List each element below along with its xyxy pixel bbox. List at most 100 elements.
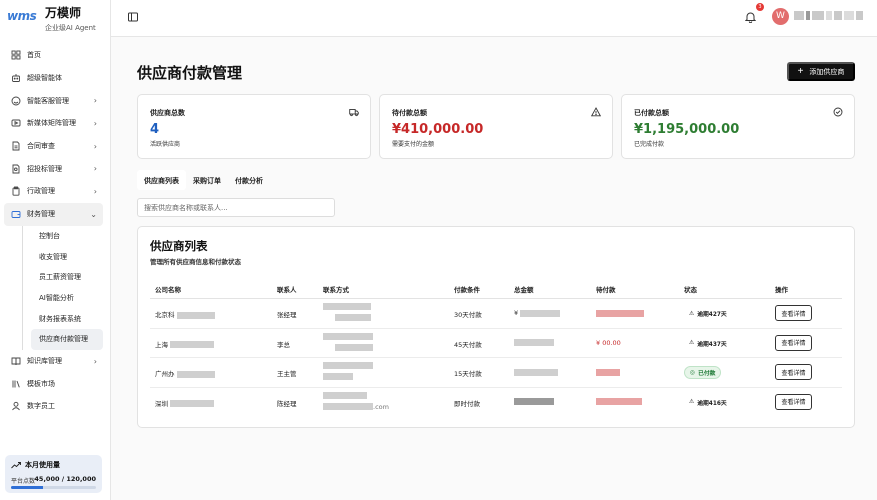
sidebar-item-template-market[interactable]: 模板市场: [0, 372, 111, 395]
stat-card-supplier-count: 供应商总数 4 活跃供应商: [137, 94, 371, 159]
sidebar-item-label: 招投标管理: [27, 164, 62, 173]
chevron-right-icon: ›: [93, 164, 97, 174]
library-icon: [10, 378, 21, 389]
payment-terms: 45天付款: [454, 340, 482, 349]
sidebar: wms 万模师 企业级AI Agent 首页 超级智能体 智能客服管理 › 新媒…: [0, 0, 111, 500]
sidebar-item-finance[interactable]: 财务管理 ⌄: [4, 202, 103, 226]
table-row: 北京科 张经理 30天付款 ¥ ⚠ 逾期427天 查看详情: [150, 299, 842, 329]
view-details-button[interactable]: 查看详情: [775, 393, 812, 410]
chevron-right-icon: ›: [93, 356, 97, 366]
payment-terms: 30天付款: [454, 311, 482, 319]
sidebar-item-knowledge-base[interactable]: 知识库管理 ›: [0, 350, 111, 373]
contact-person: 陈经理: [277, 399, 297, 408]
total-amount-redacted: ¥: [514, 309, 561, 317]
tab-supplier-list[interactable]: 供应商列表: [137, 170, 186, 190]
sidebar-item-digital-staff[interactable]: 数字员工: [0, 395, 111, 418]
warning-icon: ⚠: [689, 310, 695, 317]
view-details-button[interactable]: 查看详情: [775, 305, 812, 321]
table-subtitle: 管理所有供应商信息和付款状态: [150, 258, 241, 266]
payment-terms: 即时付款: [454, 399, 480, 408]
sidebar-item-home[interactable]: 首页: [0, 44, 111, 67]
column-header: 操作: [775, 286, 788, 294]
sidebar-item-label: 首页: [27, 51, 41, 60]
status-badge: ⚠ 逾期427天: [684, 307, 732, 320]
warning-icon: ⚠: [689, 340, 695, 346]
table-title: 供应商列表: [150, 239, 208, 253]
stat-card-paid-amount: 已付款总额 ¥1,195,000.00 已完成付款: [621, 94, 855, 159]
column-header: 总金额: [514, 286, 534, 294]
sidebar-item-new-media[interactable]: 新媒体矩阵管理 ›: [0, 112, 111, 135]
company-name: 广州办: [155, 368, 215, 378]
chevron-right-icon: ›: [93, 187, 97, 197]
stat-card-value: ¥410,000.00: [392, 122, 484, 137]
stat-card-label: 供应商总数: [150, 109, 185, 117]
brand[interactable]: wms 万模师 企业级AI Agent: [7, 3, 107, 35]
avatar[interactable]: W: [772, 8, 789, 25]
supplier-table-card: 供应商列表 管理所有供应商信息和付款状态 公司名称 联系人 联系方式 付款条件 …: [137, 226, 855, 428]
usage-label: 平台点数: [11, 478, 36, 485]
view-details-button[interactable]: 查看详情: [775, 334, 812, 351]
status-badge: ⚠ 逾期416天: [684, 395, 732, 409]
contact-person: 李总: [277, 340, 290, 349]
brand-logo: wms: [7, 9, 37, 23]
sidebar-item-label: 合同审查: [27, 142, 55, 151]
subnav-item-payroll[interactable]: 员工薪资管理: [31, 267, 111, 288]
trending-up-icon: [11, 462, 21, 469]
payment-terms: 15天付款: [454, 370, 482, 378]
column-header: 联系人: [277, 286, 297, 294]
sidebar-item-customer-service[interactable]: 智能客服管理 ›: [0, 89, 111, 112]
bot-icon: [10, 73, 21, 84]
bell-icon[interactable]: [745, 11, 756, 23]
book-icon: [10, 355, 21, 366]
file-search-icon: [10, 163, 21, 174]
stat-card-value: ¥1,195,000.00: [634, 122, 740, 137]
usage-title: 本月使用量: [11, 460, 60, 470]
sidebar-item-bidding[interactable]: 招投标管理 ›: [0, 157, 111, 180]
sidebar-item-super-agent[interactable]: 超级智能体: [0, 67, 111, 90]
subnav-item-dashboard[interactable]: 控制台: [31, 226, 111, 247]
sidebar-item-admin[interactable]: 行政管理 ›: [0, 180, 111, 203]
tab-payment-analysis[interactable]: 付款分析: [228, 170, 270, 190]
pending-amount: ¥ 00.00: [596, 338, 621, 347]
tab-purchase-orders[interactable]: 采购订单: [186, 170, 228, 190]
search-input[interactable]: [137, 198, 335, 217]
subnav-item-supplier-payment[interactable]: 供应商付款管理: [31, 328, 103, 350]
sidebar-item-label: 行政管理: [27, 187, 55, 196]
sidebar-item-label: 财务管理: [27, 210, 55, 219]
add-supplier-button[interactable]: + 添加供应商: [787, 62, 855, 81]
sidebar-item-label: 模板市场: [27, 379, 55, 388]
company-name: 北京科: [155, 309, 215, 319]
chevron-down-icon: ⌄: [90, 209, 97, 219]
plus-icon: +: [797, 65, 804, 77]
pending-amount-redacted: [596, 368, 620, 376]
subnav-item-reports[interactable]: 财务报表系统: [31, 308, 111, 329]
usage-panel: 本月使用量 平台点数 45,000 / 120,000: [5, 455, 102, 493]
sidebar-toggle-icon[interactable]: [127, 11, 139, 23]
truck-icon: [349, 109, 359, 117]
sidebar-item-contract-review[interactable]: 合同审查 ›: [0, 135, 111, 158]
stat-card-pending-amount: 待付款总额 ¥410,000.00 需要支付的金额: [379, 94, 613, 159]
user-name-redacted[interactable]: [794, 11, 863, 20]
status-badge: ⚠ 逾期437天: [684, 336, 732, 350]
page-title: 供应商付款管理: [137, 64, 243, 82]
users-icon: [10, 401, 21, 412]
stat-card-label: 已付款总额: [634, 109, 669, 117]
finance-subnav: 控制台 收支管理 员工薪资管理 AI智能分析 财务报表系统 供应商付款管理: [22, 225, 111, 350]
table-header: 公司名称 联系人 联系方式 付款条件 总金额 待付款 状态 操作: [150, 277, 842, 299]
view-details-button[interactable]: 查看详情: [775, 364, 812, 380]
topbar: 3 W: [111, 0, 877, 37]
stat-card-value: 4: [150, 122, 160, 137]
notification-badge: 3: [756, 3, 764, 11]
grid-icon: [10, 50, 21, 61]
document-icon: [10, 141, 21, 152]
sidebar-item-label: 数字员工: [27, 402, 55, 411]
pending-amount-redacted: [596, 309, 644, 317]
usage-progress-bar: [11, 486, 96, 489]
status-badge: ◎ 已付款: [684, 366, 722, 379]
subnav-item-income-expense[interactable]: 收支管理: [31, 246, 111, 267]
column-header: 联系方式: [323, 286, 349, 294]
subnav-item-ai-analysis[interactable]: AI智能分析: [31, 288, 111, 309]
total-amount-redacted: [514, 339, 554, 347]
total-amount-redacted: [514, 368, 558, 376]
contact-info-redacted: [323, 362, 373, 380]
